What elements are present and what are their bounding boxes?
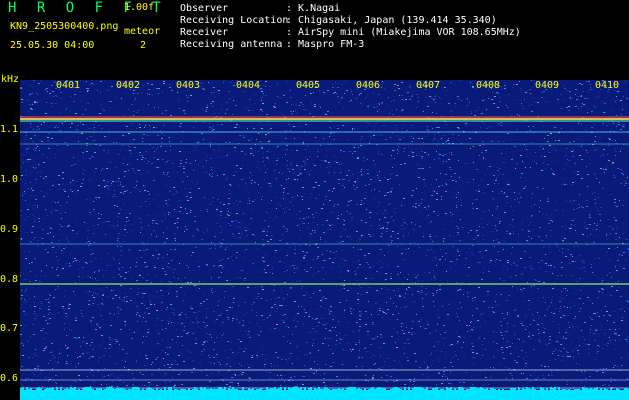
x-tick-0401: 0401 <box>56 80 81 91</box>
y-tick-1-1: 1.1 <box>0 124 19 135</box>
y-tick-0-7: 0.7 <box>0 323 19 334</box>
header-panel: H R O F F T 1.00f KN9_2505300400.png met… <box>0 0 629 74</box>
version-label: 1.00f <box>124 2 155 13</box>
meteor-label: meteor <box>124 26 161 37</box>
x-tick-0410: 0410 <box>595 80 620 91</box>
spectrogram-noise <box>20 80 629 400</box>
x-tick-0405: 0405 <box>296 80 321 91</box>
x-tick-0409: 0409 <box>535 80 560 91</box>
receiver-value: : AirSpy mini (Miakejima VOR 108.65MHz) <box>286 27 521 38</box>
x-tick-0404: 0404 <box>236 80 261 91</box>
location-value: : Chigasaki, Japan (139.414 35.340) <box>286 15 497 26</box>
antenna-value: : Maspro FM-3 <box>286 39 365 50</box>
y-tick-0-9: 0.9 <box>0 224 19 235</box>
datetime-label: 25.05.30 04:00 <box>10 40 95 51</box>
spectrogram-lines <box>20 116 629 400</box>
x-tick-0403: 0403 <box>176 80 201 91</box>
y-tick-0-6: 0.6 <box>0 373 19 384</box>
y-tick-1-0: 1.0 <box>0 174 19 185</box>
y-tick-0-8: 0.8 <box>0 274 19 285</box>
observer-value: : K.Nagai <box>286 3 341 14</box>
location-label: Receiving Location <box>180 15 289 26</box>
observer-label: Observer <box>180 3 229 14</box>
spectrogram-plot <box>20 80 629 400</box>
x-tick-0408: 0408 <box>476 80 501 91</box>
x-tick-0407: 0407 <box>416 80 441 91</box>
baseline-band <box>20 391 629 400</box>
x-tick-0402: 0402 <box>116 80 141 91</box>
y-axis-unit: kHz <box>1 74 20 85</box>
receiver-label: Receiver <box>180 27 229 38</box>
spectrogram-image <box>20 80 629 400</box>
antenna-label: Receiving antenna <box>180 39 283 50</box>
x-tick-0406: 0406 <box>356 80 381 91</box>
filename-label: KN9_2505300400.png <box>10 21 119 32</box>
meteor-count: 2 <box>140 40 147 51</box>
